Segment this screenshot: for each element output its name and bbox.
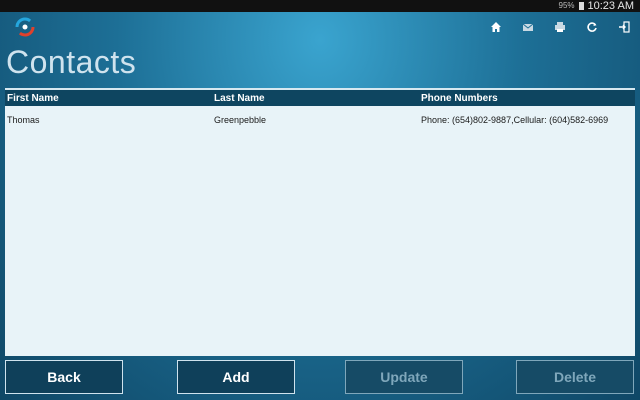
column-header-last-name[interactable]: Last Name [212, 93, 419, 104]
battery-percent: 95% [558, 1, 575, 10]
back-button[interactable]: Back [5, 360, 123, 394]
cell-first-name: Thomas [7, 115, 40, 125]
update-button[interactable]: Update [345, 360, 463, 394]
toolbar [488, 19, 632, 35]
cell-phone-numbers: Phone: (654)802-9887,Cellular: (604)582-… [421, 115, 609, 125]
table-header: First Name Last Name Phone Numbers [5, 90, 635, 106]
refresh-icon[interactable] [584, 19, 600, 35]
contacts-table: First Name Last Name Phone Numbers Thoma… [5, 88, 635, 356]
exit-icon[interactable] [616, 19, 632, 35]
app-bar [0, 12, 640, 42]
column-header-phone-numbers[interactable]: Phone Numbers [419, 93, 635, 104]
page-title: Contacts [6, 44, 137, 80]
add-button[interactable]: Add [177, 360, 295, 394]
battery-icon [578, 2, 584, 10]
delete-button[interactable]: Delete [516, 360, 634, 394]
app-logo-icon [15, 17, 35, 37]
cell-last-name: Greenpebble [214, 115, 267, 125]
status-bar: 95% 10:23 AM [0, 0, 640, 12]
column-header-first-name[interactable]: First Name [5, 93, 212, 104]
clock: 10:23 AM [587, 0, 634, 12]
mail-icon[interactable] [520, 19, 536, 35]
status-right: 95% 10:23 AM [559, 0, 635, 12]
table-row[interactable]: Thomas Greenpebble Phone: (654)802-9887,… [5, 106, 635, 134]
home-icon[interactable] [488, 19, 504, 35]
print-icon[interactable] [552, 19, 568, 35]
